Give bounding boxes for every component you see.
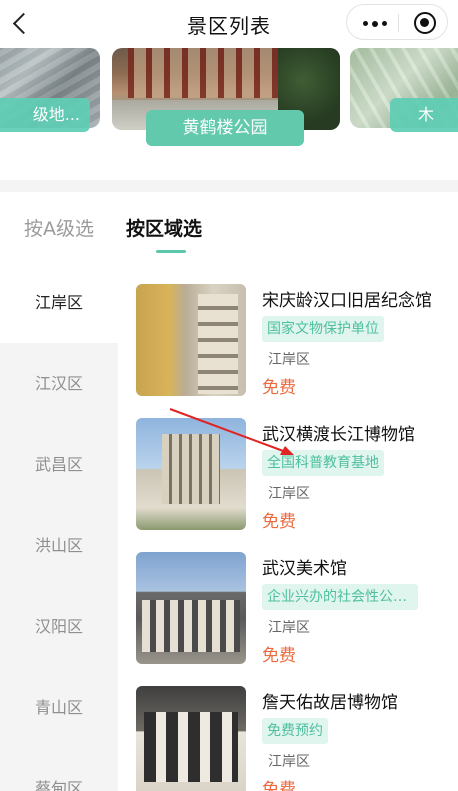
spot-district: 江岸区 [268,486,310,502]
sidebar-item-qingshan[interactable]: 青山区 [0,667,118,748]
spot-price: 免费 [262,512,296,532]
filter-tabs: 按A级选 按区域选 [0,192,458,262]
district-sidebar: 江岸区 江汉区 武昌区 洪山区 汉阳区 青山区 蔡甸区 [0,262,118,791]
nav-bar: 景区列表 [0,0,458,48]
spot-tag: 企业兴办的社会性公益机构 [262,584,418,610]
close-target-icon[interactable] [414,12,436,34]
sidebar-item-caidian[interactable]: 蔡甸区 [0,748,118,791]
spot-tag: 全国科普教育基地 [262,450,384,476]
more-dots-icon[interactable] [363,20,387,27]
spot-list: 宋庆龄汉口旧居纪念馆 国家文物保护单位 江岸区 免费 武汉横渡长江博物馆 全国科… [118,262,458,791]
active-tab-indicator [156,250,186,253]
spot-price: 免费 [262,378,296,398]
list-item[interactable]: 武汉美术馆 企业兴办的社会性公益机构 江岸区 免费 [136,552,450,666]
spot-name: 武汉美术馆 [262,559,347,579]
carousel-label-current[interactable]: 黄鹤楼公园 [146,110,304,146]
sidebar-item-hongshan[interactable]: 洪山区 [0,505,118,586]
list-item[interactable]: 詹天佑故居博物馆 免费预约 江岸区 免费 [136,686,450,791]
tab-by-district[interactable]: 按区域选 [126,214,202,241]
spot-name: 宋庆龄汉口旧居纪念馆 [262,291,432,311]
spot-name: 詹天佑故居博物馆 [262,693,398,713]
spot-tag: 免费预约 [262,718,328,744]
spot-thumbnail [136,284,246,396]
spot-thumbnail [136,418,246,530]
spot-name: 武汉横渡长江博物馆 [262,425,415,445]
carousel-label-prev[interactable]: 级地... [0,98,90,132]
sidebar-item-jiangan[interactable]: 江岸区 [0,262,118,343]
spot-district: 江岸区 [268,620,310,636]
miniprogram-capsule [346,4,448,40]
spot-price: 免费 [262,646,296,666]
sidebar-item-jianghan[interactable]: 江汉区 [0,343,118,424]
featured-carousel[interactable]: 级地... 黄鹤楼公园 木 [0,48,458,180]
list-item[interactable]: 宋庆龄汉口旧居纪念馆 国家文物保护单位 江岸区 免费 [136,284,450,398]
spot-thumbnail [136,552,246,664]
tab-by-grade[interactable]: 按A级选 [24,214,94,241]
spot-district: 江岸区 [268,754,310,770]
spot-price: 免费 [262,780,296,791]
spot-tag: 国家文物保护单位 [262,316,384,342]
spot-district: 江岸区 [268,352,310,368]
spot-thumbnail [136,686,246,791]
sidebar-item-hanyang[interactable]: 汉阳区 [0,586,118,667]
list-item[interactable]: 武汉横渡长江博物馆 全国科普教育基地 江岸区 免费 [136,418,450,532]
capsule-divider [398,14,399,32]
carousel-label-next[interactable]: 木 [390,98,458,132]
sidebar-item-wuchang[interactable]: 武昌区 [0,424,118,505]
